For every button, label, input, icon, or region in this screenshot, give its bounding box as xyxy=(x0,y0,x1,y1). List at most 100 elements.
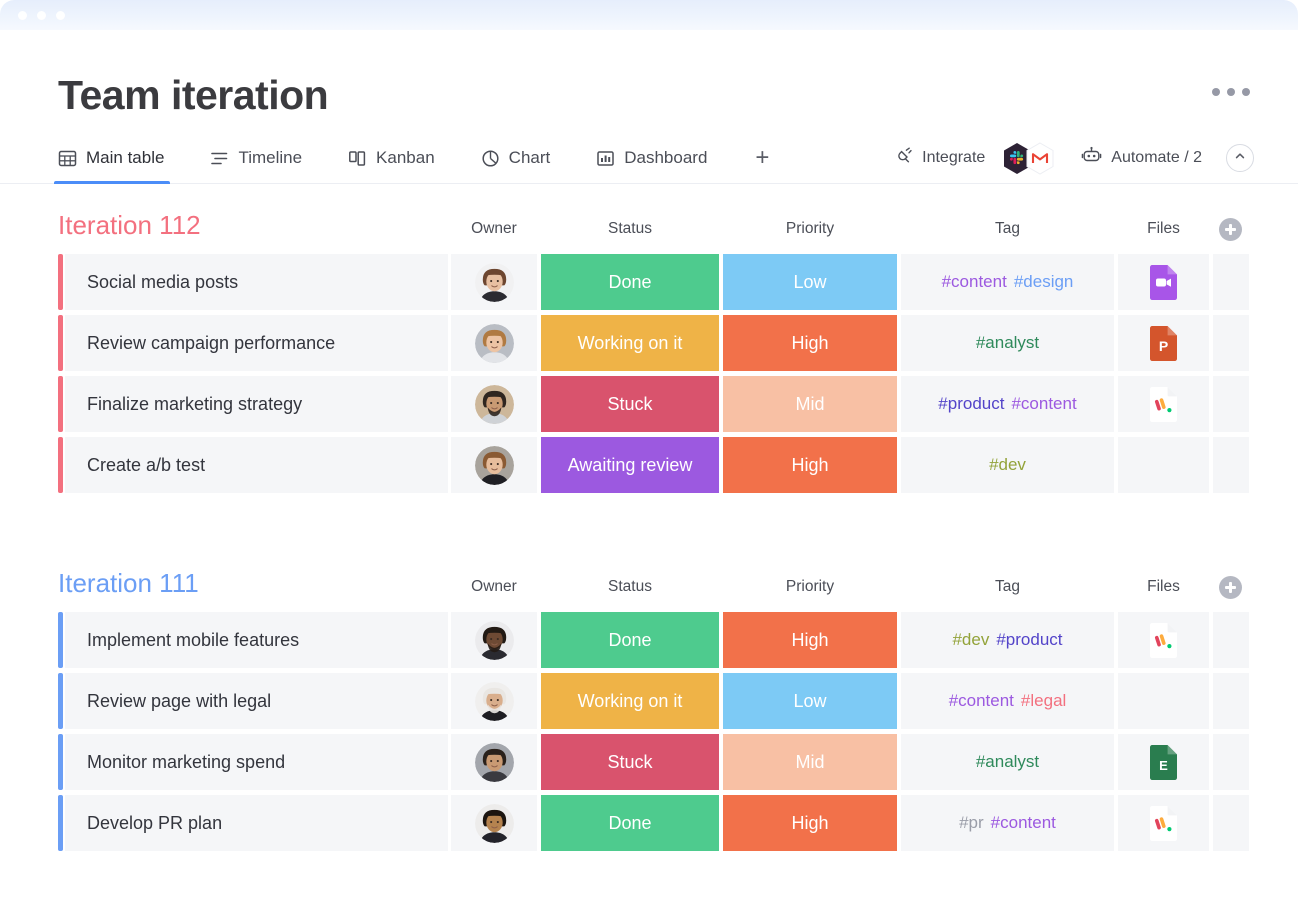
avatar[interactable] xyxy=(474,262,514,302)
avatar[interactable] xyxy=(474,742,514,782)
tab-timeline[interactable]: Timeline xyxy=(210,132,316,184)
add-column-button[interactable] xyxy=(1219,576,1242,599)
tag-cell[interactable]: #content #legal xyxy=(901,673,1114,729)
status-badge[interactable]: Awaiting review xyxy=(541,437,719,493)
extra-cell[interactable] xyxy=(1213,734,1249,790)
owner-cell[interactable] xyxy=(451,795,537,851)
automate-button[interactable]: Automate / 2 xyxy=(1081,146,1202,170)
priority-badge[interactable]: Low xyxy=(723,254,897,310)
files-cell[interactable] xyxy=(1118,254,1209,310)
table-row[interactable]: Review page with legal Working on it Low… xyxy=(0,673,1298,729)
close-icon[interactable] xyxy=(18,11,27,20)
extra-cell[interactable] xyxy=(1213,376,1249,432)
files-cell[interactable] xyxy=(1118,795,1209,851)
owner-cell[interactable] xyxy=(451,437,537,493)
avatar[interactable] xyxy=(474,803,514,843)
files-cell[interactable]: P xyxy=(1118,315,1209,371)
extra-cell[interactable] xyxy=(1213,437,1249,493)
tag-cell[interactable]: #dev #product xyxy=(901,612,1114,668)
priority-badge[interactable]: High xyxy=(723,795,897,851)
extra-cell[interactable] xyxy=(1213,315,1249,371)
priority-badge[interactable]: Mid xyxy=(723,734,897,790)
tag-chip[interactable]: #dev xyxy=(989,455,1026,475)
table-row[interactable]: Implement mobile features Done High #dev… xyxy=(0,612,1298,668)
tag-chip[interactable]: #design xyxy=(1014,272,1074,292)
tab-kanban[interactable]: Kanban xyxy=(348,132,449,184)
tag-cell[interactable]: #analyst xyxy=(901,734,1114,790)
files-cell[interactable] xyxy=(1118,376,1209,432)
files-cell[interactable] xyxy=(1118,437,1209,493)
tag-chip[interactable]: #content xyxy=(942,272,1007,292)
extra-cell[interactable] xyxy=(1213,254,1249,310)
files-cell[interactable]: E xyxy=(1118,734,1209,790)
table-row[interactable]: Monitor marketing spend Stuck Mid #analy… xyxy=(0,734,1298,790)
column-header-owner[interactable]: Owner xyxy=(451,578,537,596)
minimize-icon[interactable] xyxy=(37,11,46,20)
excel-file[interactable]: E xyxy=(1148,744,1179,781)
tab-chart[interactable]: Chart xyxy=(481,132,565,184)
extra-cell[interactable] xyxy=(1213,612,1249,668)
column-header-priority[interactable]: Priority xyxy=(723,220,897,238)
column-header-tag[interactable]: Tag xyxy=(901,220,1114,238)
column-header-status[interactable]: Status xyxy=(541,578,719,596)
files-cell[interactable] xyxy=(1118,673,1209,729)
owner-cell[interactable] xyxy=(451,315,537,371)
table-row[interactable]: Social media posts Done Low #content #des… xyxy=(0,254,1298,310)
owner-cell[interactable] xyxy=(451,673,537,729)
row-name[interactable]: Develop PR plan xyxy=(65,795,448,851)
tag-chip[interactable]: #pr xyxy=(959,813,984,833)
tag-cell[interactable]: #analyst xyxy=(901,315,1114,371)
extra-cell[interactable] xyxy=(1213,795,1249,851)
add-column-button[interactable] xyxy=(1219,218,1242,241)
owner-cell[interactable] xyxy=(451,254,537,310)
column-header-files[interactable]: Files xyxy=(1118,220,1209,238)
files-cell[interactable] xyxy=(1118,612,1209,668)
maximize-icon[interactable] xyxy=(56,11,65,20)
add-view-button[interactable]: + xyxy=(755,146,769,170)
tag-chip[interactable]: #product xyxy=(996,630,1062,650)
priority-badge[interactable]: Mid xyxy=(723,376,897,432)
tag-chip[interactable]: #content xyxy=(949,691,1014,711)
row-name[interactable]: Finalize marketing strategy xyxy=(65,376,448,432)
row-name[interactable]: Monitor marketing spend xyxy=(65,734,448,790)
monday-file[interactable] xyxy=(1148,805,1179,842)
status-badge[interactable]: Done xyxy=(541,795,719,851)
tag-chip[interactable]: #content xyxy=(991,813,1056,833)
column-header-priority[interactable]: Priority xyxy=(723,578,897,596)
powerpoint-file[interactable]: P xyxy=(1148,325,1179,362)
status-badge[interactable]: Stuck xyxy=(541,376,719,432)
tag-cell[interactable]: #dev xyxy=(901,437,1114,493)
table-row[interactable]: Finalize marketing strategy Stuck Mid #p… xyxy=(0,376,1298,432)
column-header-status[interactable]: Status xyxy=(541,220,719,238)
tag-cell[interactable]: #pr #content xyxy=(901,795,1114,851)
status-badge[interactable]: Stuck xyxy=(541,734,719,790)
table-row[interactable]: Review campaign performance Working on i… xyxy=(0,315,1298,371)
video-file[interactable] xyxy=(1148,264,1179,301)
row-name[interactable]: Review page with legal xyxy=(65,673,448,729)
owner-cell[interactable] xyxy=(451,612,537,668)
column-header-files[interactable]: Files xyxy=(1118,578,1209,596)
tab-dashboard[interactable]: Dashboard xyxy=(596,132,721,184)
window-controls[interactable] xyxy=(18,11,65,20)
owner-cell[interactable] xyxy=(451,734,537,790)
tag-cell[interactable]: #content #design xyxy=(901,254,1114,310)
avatar[interactable] xyxy=(474,384,514,424)
row-name[interactable]: Implement mobile features xyxy=(65,612,448,668)
more-options-icon[interactable] xyxy=(1212,88,1250,96)
table-row[interactable]: Develop PR plan Done High #pr #content xyxy=(0,795,1298,851)
status-badge[interactable]: Working on it xyxy=(541,315,719,371)
row-name[interactable]: Review campaign performance xyxy=(65,315,448,371)
avatar[interactable] xyxy=(474,620,514,660)
tag-chip[interactable]: #dev xyxy=(952,630,989,650)
row-name[interactable]: Social media posts xyxy=(65,254,448,310)
priority-badge[interactable]: High xyxy=(723,437,897,493)
avatar[interactable] xyxy=(474,681,514,721)
row-name[interactable]: Create a/b test xyxy=(65,437,448,493)
avatar[interactable] xyxy=(474,323,514,363)
status-badge[interactable]: Done xyxy=(541,612,719,668)
table-row[interactable]: Create a/b test Awaiting review High #de… xyxy=(0,437,1298,493)
priority-badge[interactable]: High xyxy=(723,612,897,668)
monday-file[interactable] xyxy=(1148,386,1179,423)
status-badge[interactable]: Working on it xyxy=(541,673,719,729)
column-header-tag[interactable]: Tag xyxy=(901,578,1114,596)
